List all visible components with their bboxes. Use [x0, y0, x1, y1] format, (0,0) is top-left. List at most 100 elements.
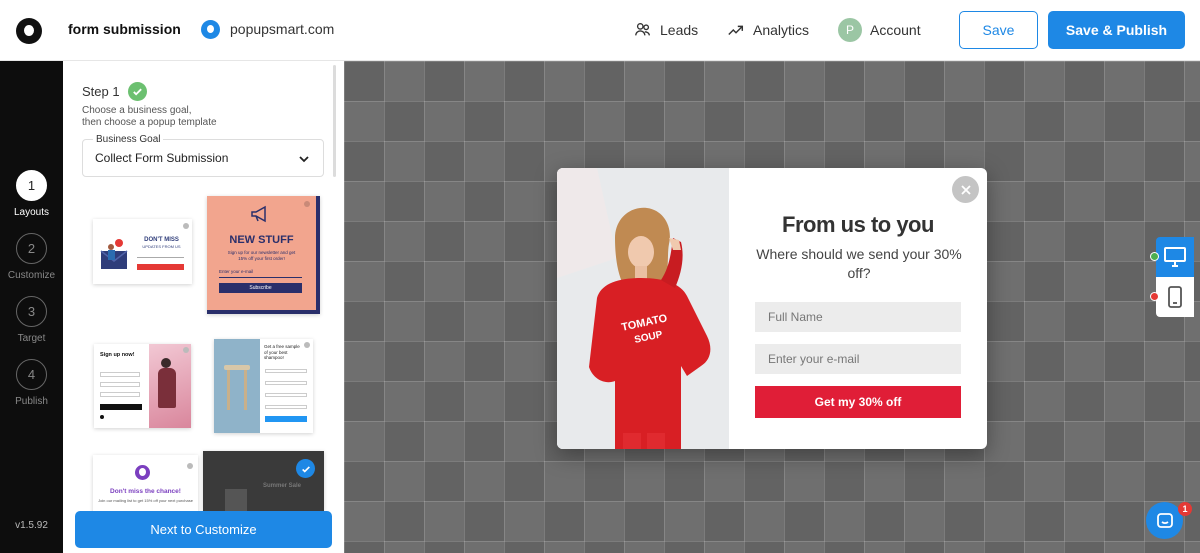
template-card-sign-up[interactable]: Sign up now!: [94, 344, 191, 428]
project-title[interactable]: form submission: [68, 21, 181, 37]
trend-up-icon: [728, 25, 744, 36]
close-icon: [960, 184, 971, 195]
check-icon: [127, 82, 147, 101]
nav-leads[interactable]: Leads: [634, 17, 698, 43]
template-title: Sign up now!: [100, 352, 135, 358]
megaphone-icon: [251, 205, 266, 223]
popup-close-button[interactable]: [952, 176, 979, 203]
chat-icon: [1156, 512, 1173, 528]
template-card-free-sample[interactable]: Get a free sample of your best shampoo!: [214, 339, 313, 433]
step-number: 1: [16, 170, 47, 201]
mobile-view-button[interactable]: [1156, 277, 1194, 317]
template-title: DON'T MISS: [144, 237, 179, 243]
template-input: Enter your e-mail: [219, 269, 254, 274]
mobile-icon: [1168, 286, 1182, 308]
popupsmart-logo[interactable]: [16, 18, 42, 44]
step-title: Step 1: [82, 84, 120, 99]
envelope-illustration: [100, 239, 128, 269]
email-input[interactable]: [755, 344, 961, 374]
step-number: 4: [16, 359, 47, 390]
chevron-down-icon: [299, 156, 309, 163]
template-input-line: [137, 257, 184, 258]
template-photo: [149, 344, 191, 428]
full-name-input[interactable]: [755, 302, 961, 332]
step-customize[interactable]: 2 Customize: [0, 233, 63, 281]
template-text: Sign up for our newsletter and get 15% o…: [227, 250, 296, 261]
step-desc-line1: Choose a business goal,: [82, 105, 192, 116]
close-icon: [304, 201, 310, 207]
mobile-status-dot: [1150, 292, 1159, 301]
close-icon: [183, 347, 189, 353]
template-field: [100, 392, 140, 397]
next-to-customize-button[interactable]: Next to Customize: [75, 511, 332, 548]
leads-icon: [635, 23, 650, 36]
nav-leads-label: Leads: [660, 22, 699, 38]
template-button: Subscribe: [219, 283, 302, 293]
steps-rail: 1 Layouts 2 Customize 3 Target 4 Publish…: [0, 61, 63, 553]
step-label: Layouts: [13, 207, 50, 218]
step-number: 3: [16, 296, 47, 327]
template-input-line: [219, 277, 302, 278]
avatar: P: [838, 18, 862, 42]
template-photo: [214, 339, 260, 433]
save-publish-button[interactable]: Save & Publish: [1048, 11, 1185, 49]
desktop-view-button[interactable]: [1156, 237, 1194, 277]
top-bar: form submission popupsmart.com Leads Ana…: [0, 0, 1200, 61]
template-card-summer-sale[interactable]: Summer Sale: [203, 451, 324, 511]
desktop-status-dot: [1150, 252, 1159, 261]
step-number: 2: [16, 233, 47, 264]
chat-badge: 1: [1178, 502, 1192, 516]
version-label: v1.5.92: [15, 520, 48, 531]
popup-preview: TOMATO SOUP From us to you Where should …: [557, 168, 987, 449]
step-target[interactable]: 3 Target: [0, 296, 63, 344]
layouts-panel: Step 1 Choose a business goal, then choo…: [63, 61, 344, 553]
template-card-new-stuff[interactable]: NEW STUFF Sign up for our newsletter and…: [207, 196, 320, 314]
close-icon: [304, 342, 310, 348]
business-goal-select[interactable]: Business Goal Collect Form Submission: [82, 134, 324, 177]
save-button[interactable]: Save: [959, 11, 1038, 49]
brand-icon: [135, 465, 150, 480]
template-field: [100, 372, 140, 377]
template-text: Join our mailing list to get 15% off you…: [98, 498, 193, 503]
template-title: Get a free sample of your best shampoo!: [264, 344, 300, 360]
close-icon: [187, 463, 193, 469]
nav-analytics-label: Analytics: [753, 22, 810, 38]
template-subtitle: UPDATES FROM US: [142, 244, 181, 249]
nav-account[interactable]: P Account: [838, 17, 921, 43]
template-checkbox: [100, 415, 104, 419]
step-description: Choose a business goal, then choose a po…: [82, 105, 282, 129]
step-label: Target: [17, 333, 46, 344]
selected-check-icon: [296, 459, 315, 478]
template-field: [100, 382, 140, 387]
template-button: [100, 404, 142, 410]
template-button: [137, 264, 184, 270]
step-heading: Step 1: [82, 82, 147, 101]
step-publish[interactable]: 4 Publish: [0, 359, 63, 407]
popup-image: TOMATO SOUP: [557, 168, 729, 449]
step-label: Publish: [15, 396, 48, 407]
step-desc-line2: then choose a popup template: [82, 117, 217, 128]
template-button: [265, 416, 307, 422]
panel-scrollbar[interactable]: [333, 65, 336, 177]
template-card-dont-miss[interactable]: DON'T MISS UPDATES FROM US: [93, 219, 192, 284]
template-field: [265, 369, 307, 373]
template-title: NEW STUFF: [229, 234, 294, 246]
template-card-dont-miss-chance[interactable]: Don't miss the chance! Join our mailing …: [93, 455, 198, 515]
popup-cta-button[interactable]: Get my 30% off: [755, 386, 961, 418]
nav-account-label: Account: [870, 22, 921, 38]
template-title: Don't miss the chance!: [110, 488, 181, 495]
step-layouts[interactable]: 1 Layouts: [0, 170, 63, 218]
template-field: [265, 405, 307, 409]
nav-analytics[interactable]: Analytics: [727, 17, 809, 43]
preview-canvas: TOMATO SOUP From us to you Where should …: [344, 61, 1200, 553]
business-goal-label: Business Goal: [93, 134, 164, 145]
site-icon: [201, 20, 220, 39]
step-label: Customize: [7, 270, 56, 281]
template-field: [265, 393, 307, 397]
desktop-icon: [1164, 247, 1186, 267]
popup-title: From us to you: [782, 212, 934, 237]
model-illustration: TOMATO SOUP: [557, 168, 729, 449]
site-name[interactable]: popupsmart.com: [230, 21, 334, 37]
popup-subtitle: Where should we send your 30% off?: [756, 246, 962, 281]
template-photo: [225, 489, 247, 511]
